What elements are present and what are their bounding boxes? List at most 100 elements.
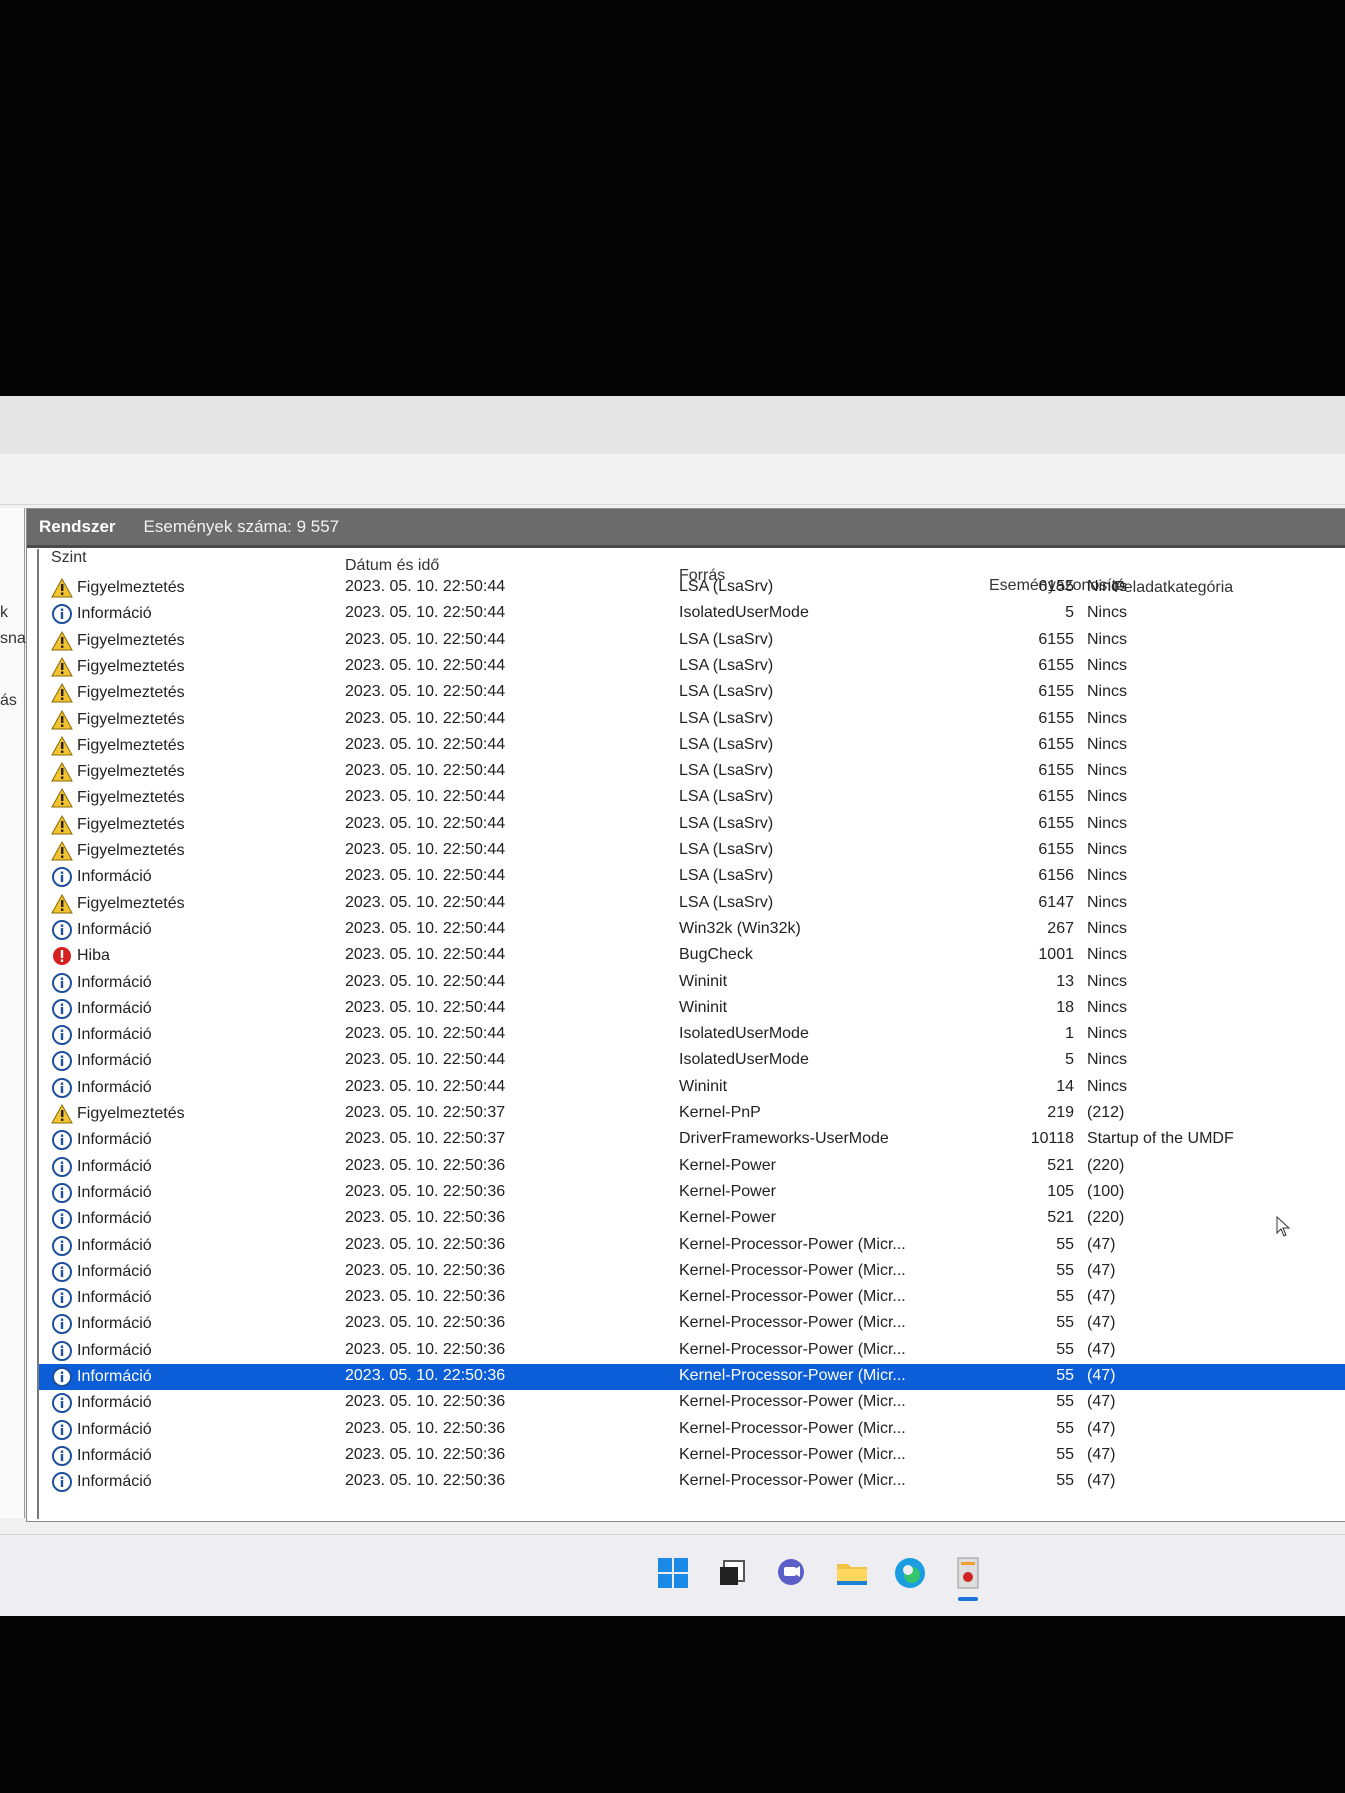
category-cell: (220) [1087, 1156, 1125, 1174]
warning-icon [51, 814, 73, 835]
table-row[interactable]: Információ 2023. 05. 10. 22:50:36 Kernel-P… [39, 1443, 1345, 1469]
level-text: Figyelmeztetés [77, 631, 185, 649]
edge-icon[interactable] [892, 1555, 928, 1591]
source-cell: Kernel-Processor-Power (Micr... [679, 1419, 906, 1437]
category-cell: Startup of the UMDF [1087, 1130, 1234, 1148]
table-row[interactable]: Információ 2023. 05. 10. 22:50:44 Wininit 1… [39, 996, 1345, 1022]
log-name: Rendszer [39, 517, 116, 536]
datetime-cell: 2023. 05. 10. 22:50:44 [345, 1051, 506, 1069]
level-cell: Információ [51, 1288, 152, 1309]
level-cell: Információ [51, 1472, 152, 1493]
table-row[interactable]: Információ 2023. 05. 10. 22:50:44 Wininit 1… [39, 1075, 1345, 1101]
level-text: Információ [77, 1394, 152, 1412]
event-id-cell: 6155 [1038, 762, 1074, 780]
table-row[interactable]: Figyelmeztetés 2023. 05. 10. 22:50:37 Kern… [39, 1101, 1345, 1127]
events-table[interactable]: Szint Dátum és idő Forrás Eseményazonosí… [37, 549, 1345, 1519]
category-cell: (47) [1087, 1340, 1116, 1358]
table-row[interactable]: Információ 2023. 05. 10. 22:50:36 Kernel-P… [39, 1154, 1345, 1180]
category-cell: Nincs [1087, 841, 1128, 858]
table-row[interactable]: Figyelmeztetés 2023. 05. 10. 22:50:44 LSA … [39, 785, 1345, 811]
table-row[interactable]: Figyelmeztetés 2023. 05. 10. 22:50:44 LSA … [39, 654, 1345, 680]
datetime-cell: 2023. 05. 10. 22:50:44 [345, 893, 506, 911]
table-row[interactable]: Figyelmeztetés 2023. 05. 10. 22:50:44 LSA … [39, 891, 1345, 917]
category-cell: (47) [1087, 1235, 1116, 1253]
warning-icon [51, 656, 73, 677]
table-row[interactable]: Információ 2023. 05. 10. 22:50:37 DriverFr… [39, 1127, 1345, 1153]
event-id-cell: 6155 [1038, 656, 1074, 674]
table-row[interactable]: Információ 2023. 05. 10. 22:50:44 Wininit 1… [39, 970, 1345, 996]
info-icon [52, 1419, 72, 1440]
start-icon[interactable] [655, 1555, 691, 1591]
source-cell: Kernel-Processor-Power (Micr... [679, 1340, 906, 1358]
table-row[interactable]: Figyelmeztetés 2023. 05. 10. 22:50:44 LSA … [39, 628, 1345, 654]
table-row[interactable]: Információ 2023. 05. 10. 22:50:44 Win32k (… [39, 917, 1345, 943]
category-cell: Nincs [1087, 1051, 1128, 1069]
task-view-icon[interactable] [714, 1555, 750, 1591]
table-row[interactable]: Információ 2023. 05. 10. 22:50:44 Isolated… [39, 1048, 1345, 1074]
table-row[interactable]: Információ 2023. 05. 10. 22:50:36 Kernel-P… [39, 1390, 1345, 1416]
event-id-cell: 5 [1065, 604, 1074, 622]
datetime-cell: 2023. 05. 10. 22:50:36 [345, 1340, 506, 1358]
category-cell: (47) [1087, 1367, 1116, 1384]
level-cell: Információ [51, 1077, 152, 1098]
level-cell: Információ [51, 1367, 152, 1387]
left-navigation-pane[interactable]: k sna ás [0, 508, 26, 1518]
datetime-cell: 2023. 05. 10. 22:50:36 [345, 1182, 506, 1200]
table-row[interactable]: Információ 2023. 05. 10. 22:50:36 Kernel-P… [39, 1259, 1345, 1285]
info-icon [52, 1209, 72, 1230]
table-row[interactable]: Figyelmeztetés 2023. 05. 10. 22:50:44 LSA … [39, 812, 1345, 838]
datetime-cell: 2023. 05. 10. 22:50:44 [345, 998, 506, 1016]
table-row[interactable]: Figyelmeztetés 2023. 05. 10. 22:50:44 LSA … [39, 680, 1345, 706]
event-id-cell: 6155 [1038, 683, 1074, 701]
table-row[interactable]: Információ 2023. 05. 10. 22:50:44 LSA (Lsa… [39, 864, 1345, 890]
table-row[interactable]: Figyelmeztetés 2023. 05. 10. 22:50:44 LSA … [39, 759, 1345, 785]
source-cell: LSA (LsaSrv) [679, 841, 774, 858]
table-row[interactable]: Információ 2023. 05. 10. 22:50:36 Kernel-P… [39, 1469, 1345, 1495]
chat-icon[interactable] [773, 1555, 809, 1591]
table-row[interactable]: Információ 2023. 05. 10. 22:50:36 Kernel-P… [39, 1338, 1345, 1364]
info-icon [52, 919, 72, 940]
level-text: Információ [77, 1236, 152, 1254]
info-icon [52, 972, 72, 993]
level-text: Információ [77, 1446, 152, 1464]
level-text: Információ [77, 1289, 152, 1307]
level-cell: Információ [51, 1261, 152, 1282]
table-row[interactable]: Figyelmeztetés 2023. 05. 10. 22:50:44 LSA … [39, 707, 1345, 733]
source-cell: LSA (LsaSrv) [679, 867, 774, 885]
table-row[interactable]: Információ 2023. 05. 10. 22:50:36 Kernel-P… [39, 1417, 1345, 1443]
mouse-cursor-icon [1276, 1216, 1291, 1237]
category-cell: Nincs [1087, 578, 1128, 595]
category-cell: (220) [1087, 1209, 1125, 1227]
table-row[interactable]: Információ 2023. 05. 10. 22:50:36 Kernel-P… [39, 1311, 1345, 1337]
table-row[interactable]: Információ 2023. 05. 10. 22:50:44 Isolated… [39, 601, 1345, 627]
table-row[interactable]: Információ 2023. 05. 10. 22:50:36 Kernel-P… [39, 1285, 1345, 1311]
source-cell: LSA (LsaSrv) [679, 893, 774, 911]
table-row[interactable]: Információ 2023. 05. 10. 22:50:36 Kernel-P… [39, 1233, 1345, 1259]
level-cell: Figyelmeztetés [51, 762, 185, 782]
table-row-selected[interactable]: Információ 2023. 05. 10. 22:50:36 Kernel-P… [39, 1364, 1345, 1390]
table-row[interactable]: Információ 2023. 05. 10. 22:50:36 Kernel-P… [39, 1206, 1345, 1232]
datetime-cell: 2023. 05. 10. 22:50:44 [345, 656, 506, 674]
source-cell: Kernel-Power [679, 1156, 776, 1174]
info-icon [52, 1130, 72, 1151]
level-cell: Információ [51, 604, 152, 625]
level-text: Figyelmeztetés [77, 789, 185, 807]
level-text: Információ [77, 1052, 152, 1070]
event-id-cell: 55 [1056, 1235, 1074, 1253]
table-row[interactable]: Információ 2023. 05. 10. 22:50:36 Kernel-P… [39, 1180, 1345, 1206]
level-text: Figyelmeztetés [77, 763, 185, 781]
event-id-cell: 10118 [1030, 1130, 1074, 1148]
event-id-cell: 6155 [1038, 578, 1074, 595]
event-id-cell: 1001 [1038, 946, 1074, 964]
event-viewer-icon[interactable] [950, 1555, 986, 1591]
table-row[interactable]: Figyelmeztetés 2023. 05. 10. 22:50:44 LSA … [39, 575, 1345, 601]
table-row[interactable]: Információ 2023. 05. 10. 22:50:44 Isolated… [39, 1022, 1345, 1048]
screen: k sna ás Rendszer Események száma: 9 557… [0, 396, 1345, 1616]
event-id-cell: 55 [1056, 1314, 1074, 1332]
file-explorer-icon[interactable] [834, 1555, 870, 1591]
table-row[interactable]: Figyelmeztetés 2023. 05. 10. 22:50:44 LSA … [39, 838, 1345, 864]
table-row[interactable]: Hiba 2023. 05. 10. 22:50:44 BugCheck 1001 Ni… [39, 943, 1345, 969]
level-cell: Figyelmeztetés [51, 1104, 185, 1124]
table-row[interactable]: Figyelmeztetés 2023. 05. 10. 22:50:44 LSA … [39, 733, 1345, 759]
datetime-cell: 2023. 05. 10. 22:50:44 [345, 919, 506, 937]
